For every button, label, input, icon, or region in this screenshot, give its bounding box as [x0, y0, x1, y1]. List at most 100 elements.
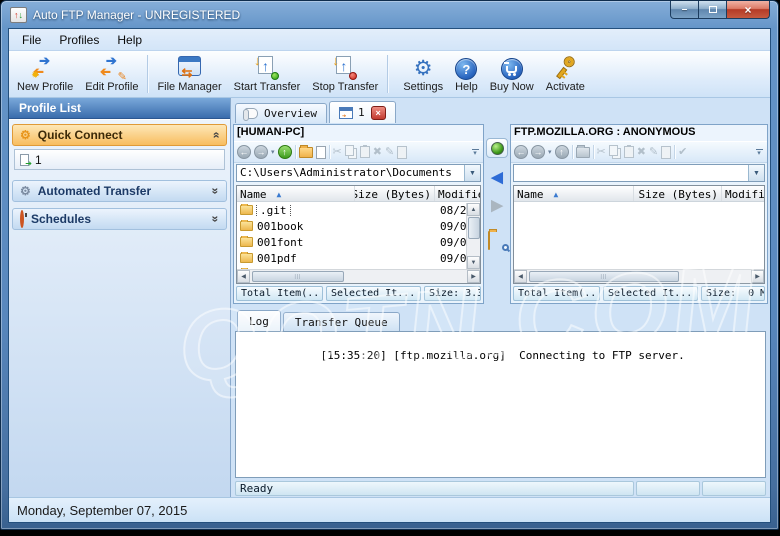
properties-icon[interactable]: [397, 146, 407, 159]
file-row-001book[interactable]: 001book 09/07: [237, 218, 480, 234]
address-dropdown-button[interactable]: ▼: [748, 165, 764, 181]
menu-profiles[interactable]: Profiles: [50, 31, 108, 49]
column-header-size[interactable]: Size (Bytes): [355, 186, 435, 201]
transfer-to-local-button[interactable]: ◀: [491, 170, 503, 186]
section-automated-transfer[interactable]: ⚙ Automated Transfer »: [12, 180, 227, 202]
column-header-modified[interactable]: Modified: [435, 186, 480, 201]
horizontal-scrollbar[interactable]: ◀ ||| ▶: [237, 269, 480, 283]
menu-file[interactable]: File: [13, 31, 50, 49]
file-row-001pdf[interactable]: 001pdf 09/07: [237, 250, 480, 266]
copy-icon[interactable]: [609, 145, 618, 156]
address-dropdown-button[interactable]: ▼: [464, 165, 480, 181]
properties-icon[interactable]: [661, 146, 671, 159]
new-profile-button[interactable]: ➔ ➔ ✹ New Profile: [11, 52, 79, 96]
scrollbar-thumb[interactable]: |||: [252, 271, 344, 282]
title-bar[interactable]: ↑↓ Auto FTP Manager - UNREGISTERED – ×: [1, 1, 778, 28]
vertical-scrollbar[interactable]: ▲ ▼: [466, 203, 480, 269]
help-button[interactable]: ? Help: [449, 52, 484, 96]
scrollbar-thumb[interactable]: |||: [529, 271, 679, 282]
settings-button[interactable]: ⚙ Settings: [397, 52, 449, 96]
scroll-right-button[interactable]: ▶: [751, 270, 764, 283]
maximize-icon: [709, 6, 717, 13]
folder-icon: [240, 253, 253, 263]
toolbar-overflow-button[interactable]: ▾: [470, 149, 480, 156]
forward-button[interactable]: →: [254, 145, 268, 159]
paste-icon[interactable]: [360, 146, 370, 158]
rename-icon[interactable]: ✎: [649, 147, 658, 158]
scroll-up-button[interactable]: ▲: [467, 203, 480, 216]
scroll-left-button[interactable]: ◀: [514, 270, 527, 283]
question-mark: ?: [462, 62, 470, 77]
buy-now-button[interactable]: Buy Now: [484, 52, 540, 96]
scroll-right-button[interactable]: ▶: [467, 270, 480, 283]
scrollbar-track[interactable]: |||: [250, 270, 467, 283]
new-file-button[interactable]: [316, 146, 326, 159]
buy-now-icon: [501, 58, 523, 80]
back-button[interactable]: ←: [514, 145, 528, 159]
section-schedules[interactable]: Schedules »: [12, 208, 227, 230]
column-header-name[interactable]: Name ▲: [237, 186, 355, 201]
up-directory-button[interactable]: ↑: [555, 145, 569, 159]
expand-chevron-icon[interactable]: »: [209, 216, 223, 223]
tab-profile-1[interactable]: 1 ×: [329, 101, 396, 123]
column-header-size[interactable]: Size (Bytes): [634, 186, 722, 201]
close-button[interactable]: ×: [726, 1, 770, 19]
column-header-name[interactable]: Name ▲: [514, 186, 634, 201]
transfer-to-remote-button[interactable]: ▶: [491, 198, 503, 214]
up-directory-button[interactable]: ↑: [278, 145, 292, 159]
new-folder-button[interactable]: [299, 147, 313, 158]
checkmark-icon[interactable]: ✔: [678, 147, 687, 158]
activate-button[interactable]: Activate: [540, 52, 591, 96]
cut-icon[interactable]: ✂: [333, 147, 342, 158]
sidebar-body: ⚙ Quick Connect » 1 ⚙ Automated Transfer…: [9, 119, 230, 497]
profile-item-1[interactable]: 1: [14, 149, 225, 170]
history-dropdown-icon[interactable]: ▾: [548, 148, 552, 156]
stop-transfer-button[interactable]: ↓ ↑ Stop Transfer: [306, 52, 384, 96]
cut-icon[interactable]: ✂: [597, 147, 606, 158]
sidebar-title: Profile List: [9, 98, 230, 119]
toolbar-overflow-button[interactable]: ▾: [754, 149, 764, 156]
column-header-modified[interactable]: Modified: [722, 186, 764, 201]
file-row-001font[interactable]: 001font 09/01: [237, 234, 480, 250]
scrollbar-thumb[interactable]: [468, 217, 480, 239]
log-output[interactable]: [15:35:20] [ftp.mozilla.org] Connecting …: [235, 331, 766, 478]
menu-help[interactable]: Help: [108, 31, 151, 49]
tab-close-button[interactable]: ×: [371, 106, 386, 120]
new-folder-button[interactable]: [576, 147, 590, 158]
remote-address-value[interactable]: [514, 165, 748, 181]
delete-icon[interactable]: ✖: [373, 147, 382, 158]
back-button[interactable]: ←: [237, 145, 251, 159]
selected-items-field: Selected It...: [603, 286, 698, 301]
file-manager-button[interactable]: ⇆ File Manager: [151, 52, 227, 96]
history-dropdown-icon[interactable]: ▾: [271, 148, 275, 156]
delete-icon[interactable]: ✖: [637, 147, 646, 158]
edit-profile-button[interactable]: ➔ ➔ ✎ Edit Profile: [79, 52, 144, 96]
collapse-chevron-icon[interactable]: »: [209, 132, 223, 139]
tab-log[interactable]: Log: [237, 310, 281, 331]
folder-icon: [240, 237, 253, 247]
copy-icon[interactable]: [345, 145, 354, 156]
tab-transfer-queue[interactable]: Transfer Queue: [283, 312, 400, 331]
section-label: Quick Connect: [38, 128, 123, 142]
file-row-git[interactable]: .git 08/25: [237, 202, 480, 218]
scroll-left-button[interactable]: ◀: [237, 270, 250, 283]
compare-folders-button[interactable]: [488, 232, 506, 248]
minimize-button[interactable]: –: [670, 1, 699, 19]
rename-icon[interactable]: ✎: [385, 147, 394, 158]
paste-icon[interactable]: [624, 146, 634, 158]
scroll-down-button[interactable]: ▼: [467, 256, 480, 269]
local-address-combo[interactable]: C:\Users\Administrator\Documents ▼: [236, 164, 481, 182]
section-quick-connect[interactable]: ⚙ Quick Connect »: [12, 124, 227, 146]
selected-items-field: Selected It...: [326, 286, 421, 301]
start-transfer-button[interactable]: ↓ ↑ Start Transfer: [228, 52, 307, 96]
horizontal-scrollbar[interactable]: ◀ ||| ▶: [514, 269, 764, 283]
tab-overview[interactable]: Overview: [235, 103, 327, 123]
local-address-value[interactable]: C:\Users\Administrator\Documents: [237, 165, 464, 181]
remote-address-combo[interactable]: ▼: [513, 164, 765, 182]
connect-button[interactable]: [486, 138, 508, 158]
file-name: 001pdf: [257, 252, 297, 265]
maximize-button[interactable]: [699, 1, 726, 19]
scrollbar-track[interactable]: |||: [527, 270, 751, 283]
expand-chevron-icon[interactable]: »: [209, 188, 223, 195]
forward-button[interactable]: →: [531, 145, 545, 159]
